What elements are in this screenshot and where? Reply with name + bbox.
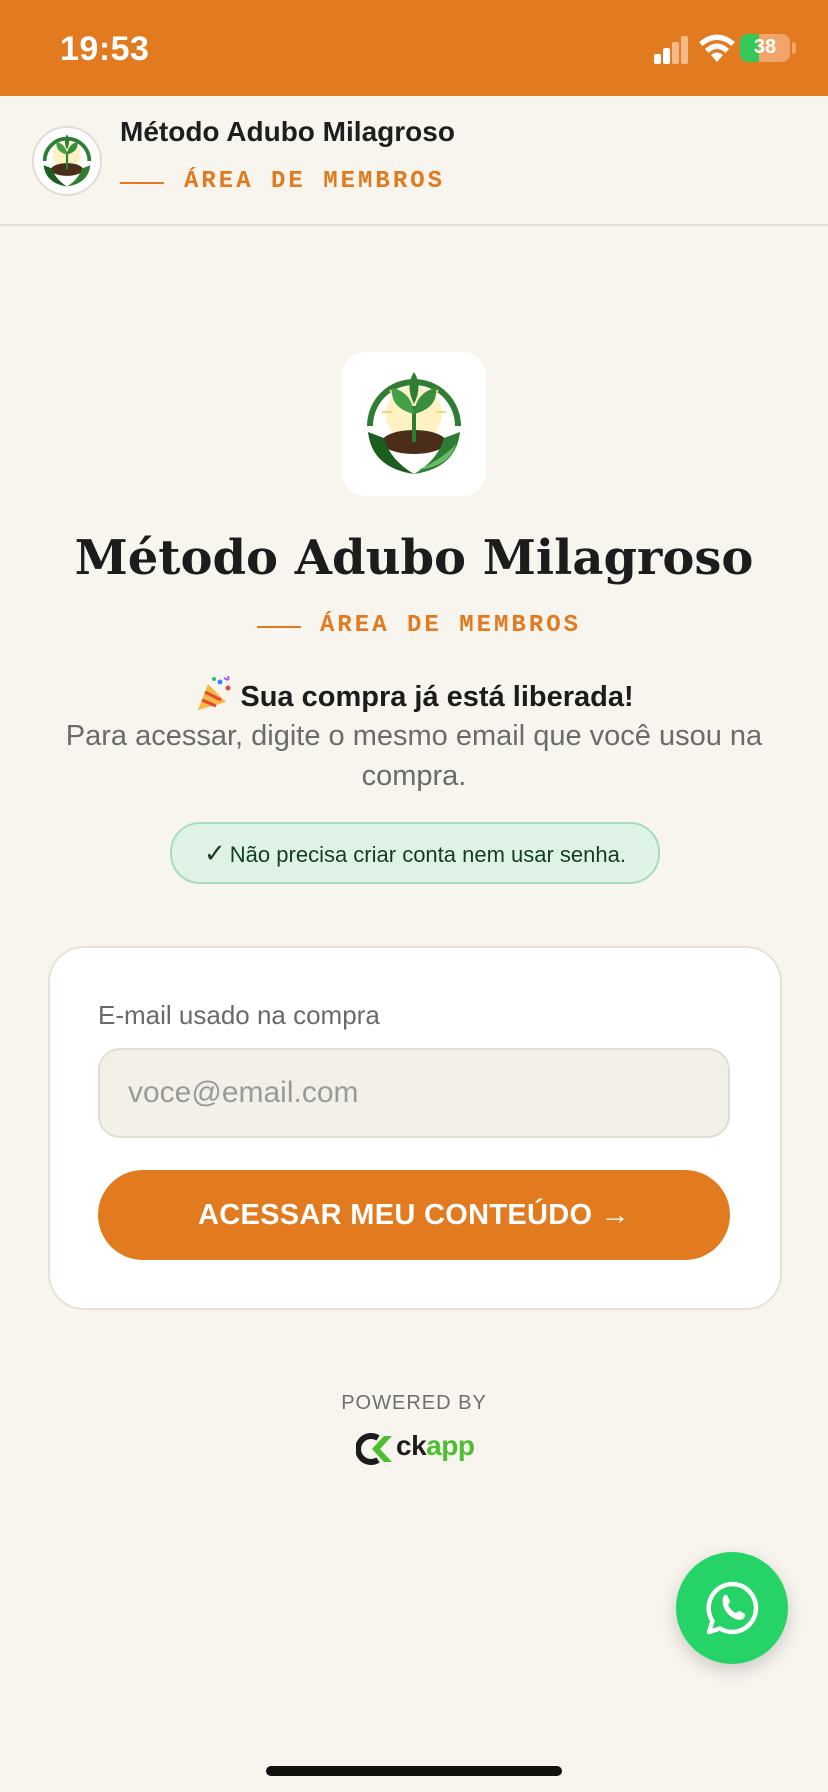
app-header: Método Adubo Milagroso ÁREA DE MEMBROS: [0, 96, 828, 226]
hero-logo: [342, 352, 486, 496]
whatsapp-icon: [706, 1581, 759, 1635]
notice-text: Não precisa criar conta nem usar senha.: [229, 842, 626, 867]
battery-charging-icon: 38: [740, 34, 790, 62]
party-popper-icon: [198, 676, 231, 710]
page-title: Método Adubo Milagroso: [74, 530, 754, 586]
email-field[interactable]: [98, 1048, 730, 1138]
header-subtitle: ÁREA DE MEMBROS: [184, 168, 446, 195]
battery-percent: 38: [753, 36, 777, 58]
plant-in-hands-logo: [38, 132, 96, 190]
page-subtitle-row: ÁREA DE MEMBROS: [0, 612, 828, 644]
divider: [120, 182, 164, 184]
divider: [257, 626, 301, 628]
access-content-button[interactable]: ACESSAR MEU CONTEÚDO →: [98, 1170, 730, 1260]
email-label: E-mail usado na compra: [98, 1000, 380, 1030]
ckapp-wordmark: ckapp: [396, 1430, 475, 1461]
whatsapp-button[interactable]: [676, 1552, 788, 1664]
powered-by-label: POWERED BY: [341, 1392, 487, 1414]
page-subtitle: ÁREA DE MEMBROS: [320, 612, 582, 639]
ckapp-mark-icon: [356, 1433, 392, 1465]
cellular-signal-icon: [654, 36, 688, 64]
status-time: 19:53: [60, 30, 150, 68]
login-card: E-mail usado na compra ACESSAR MEU CONTE…: [48, 946, 782, 1310]
instructions-text: Para acessar, digite o mesmo email que v…: [65, 720, 763, 792]
plant-in-hands-logo: [360, 370, 468, 478]
header-logo: [32, 126, 102, 196]
checkmark-icon: ✓: [204, 838, 226, 868]
ckapp-logo: ckapp: [356, 1430, 476, 1468]
release-message: Sua compra já está liberada!: [0, 676, 828, 714]
header-title: Método Adubo Milagroso: [120, 116, 455, 147]
no-password-notice: ✓ Não precisa criar conta nem usar senha.: [170, 822, 660, 884]
release-text: Sua compra já está liberada!: [240, 681, 634, 713]
status-bar: 19:53 38: [0, 0, 828, 96]
wifi-icon: [699, 34, 735, 62]
home-indicator: [266, 1766, 562, 1776]
